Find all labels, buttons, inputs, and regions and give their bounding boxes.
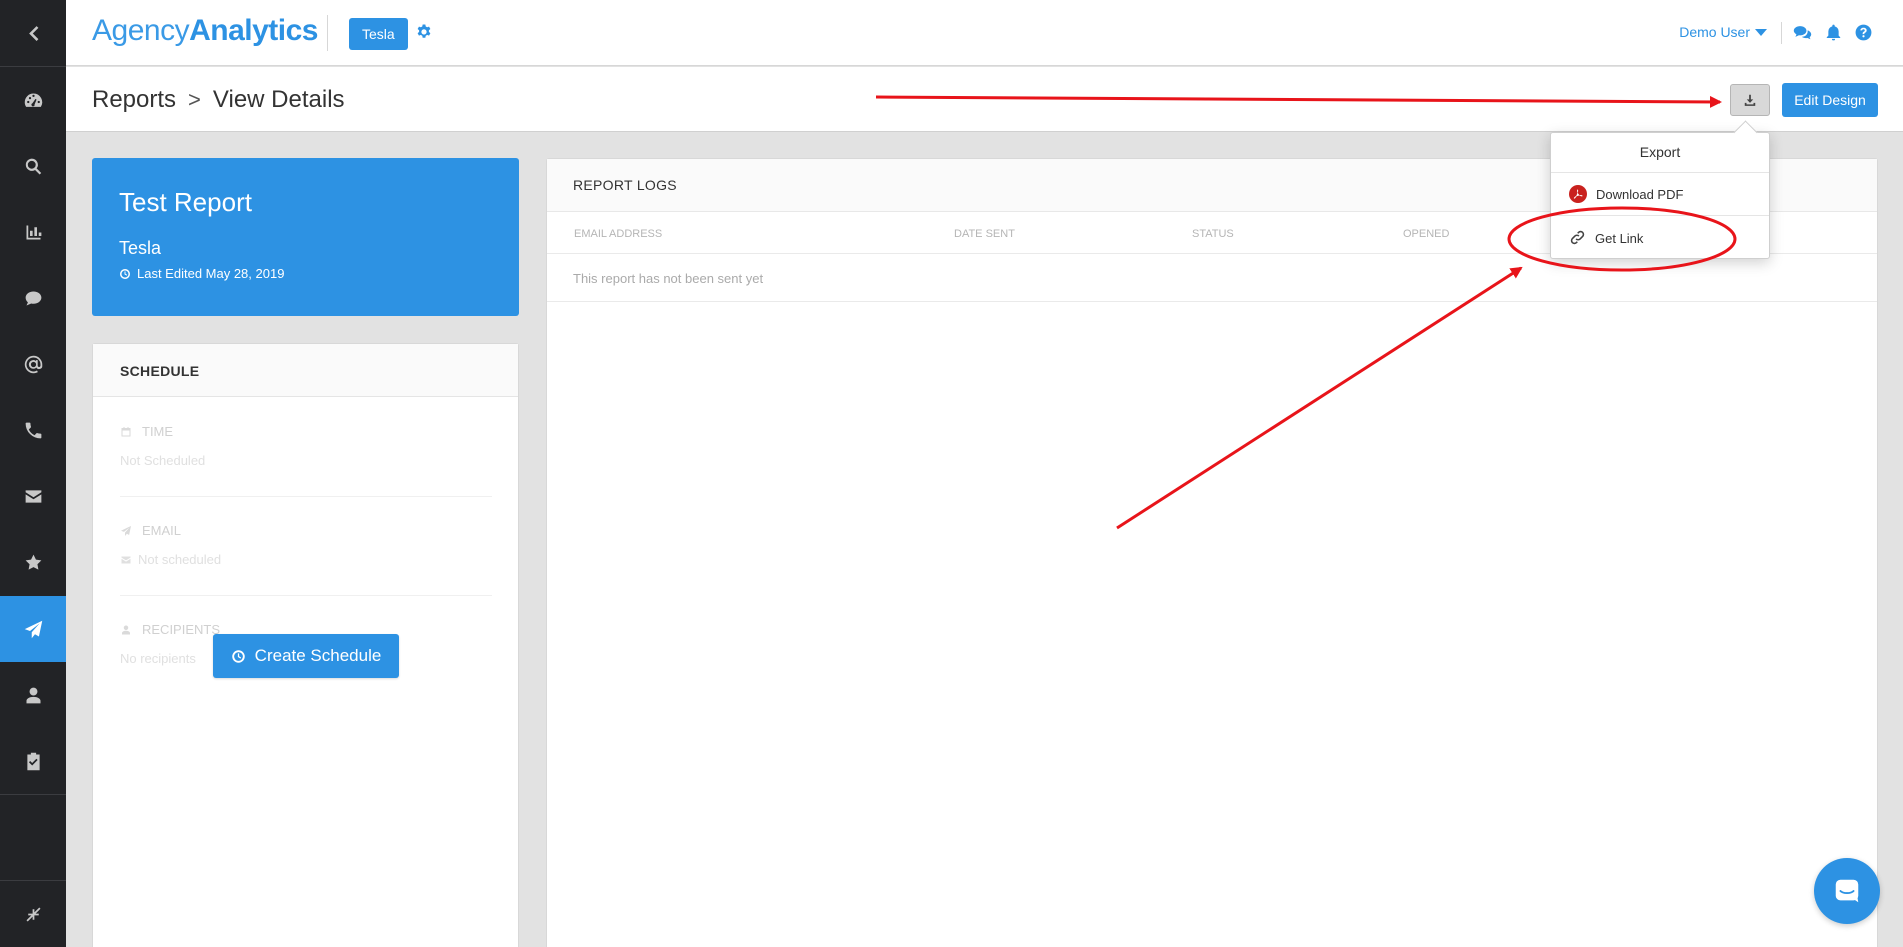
column-opened[interactable]: OPENED: [1403, 228, 1449, 240]
email-value-text: Not scheduled: [138, 552, 222, 567]
breadcrumb: Reports > View Details: [92, 86, 345, 114]
empty-logs-message: This report has not been sent yet: [573, 271, 764, 286]
email-value: Not scheduled: [120, 552, 492, 567]
time-label: TIME: [142, 424, 174, 439]
report-title: Test Report: [119, 187, 252, 217]
report-summary-card: Test Report Tesla Last Edited May 28, 20…: [92, 158, 519, 316]
schedule-heading: SCHEDULE: [93, 344, 518, 397]
last-edited: Last Edited May 28, 2019: [119, 266, 284, 281]
export-dropdown-title: Export: [1551, 133, 1769, 173]
clock-icon: [231, 649, 245, 663]
paper-plane-icon[interactable]: [0, 596, 66, 662]
star-icon[interactable]: [0, 529, 66, 595]
envelope-icon: [121, 556, 131, 563]
get-link-label: Get Link: [1595, 231, 1644, 246]
edit-design-button[interactable]: Edit Design: [1782, 83, 1878, 117]
last-edited-text: Last Edited May 28, 2019: [137, 266, 285, 281]
column-email-address[interactable]: EMAIL ADDRESS: [574, 228, 662, 240]
client-selector-button[interactable]: Tesla: [349, 18, 408, 50]
schedule-email-section: EMAIL Not scheduled: [120, 523, 492, 567]
time-value: Not Scheduled: [120, 453, 206, 468]
chevron-down-icon: [1755, 28, 1767, 36]
create-schedule-button[interactable]: Create Schedule: [213, 634, 399, 678]
top-header: AgencyAnalytics Tesla Demo User: [66, 0, 1903, 66]
back-icon[interactable]: [0, 0, 66, 66]
user-name: Demo User: [1679, 24, 1750, 40]
report-client: Tesla: [119, 238, 162, 258]
breadcrumb-separator: >: [188, 87, 201, 112]
user-icon[interactable]: [0, 662, 66, 728]
schedule-time-section: TIME Not Scheduled: [120, 424, 492, 468]
dashboard-icon[interactable]: [0, 67, 66, 133]
download-icon: [1744, 94, 1756, 106]
schedule-divider: [120, 496, 492, 497]
help-icon[interactable]: [1854, 23, 1873, 42]
at-sign-icon[interactable]: [0, 331, 66, 397]
header-divider: [1781, 22, 1782, 44]
user-icon: [122, 625, 130, 634]
schedule-divider: [120, 595, 492, 596]
link-icon: [1569, 229, 1586, 249]
chat-icon[interactable]: [1793, 23, 1812, 42]
export-button[interactable]: [1730, 84, 1770, 116]
agencyanalytics-logo[interactable]: AgencyAnalytics: [92, 14, 318, 48]
column-date-sent[interactable]: DATE SENT: [954, 228, 1015, 240]
pdf-icon: [1569, 185, 1587, 203]
envelope-icon[interactable]: [0, 463, 66, 529]
calendar-icon: [121, 426, 131, 436]
page-title: View Details: [212, 86, 345, 113]
download-pdf-option[interactable]: Download PDF: [1551, 173, 1769, 216]
comment-icon[interactable]: [0, 265, 66, 331]
header-divider: [327, 15, 328, 51]
search-icon[interactable]: [0, 133, 66, 199]
export-dropdown: Export Download PDF Get Link: [1550, 132, 1770, 259]
create-schedule-label: Create Schedule: [254, 646, 382, 665]
paper-plane-icon: [121, 525, 131, 536]
download-pdf-label: Download PDF: [1596, 186, 1684, 202]
subheader: Reports > View Details Edit Design: [66, 67, 1903, 132]
bar-chart-icon[interactable]: [0, 199, 66, 265]
chat-widget-icon: [1835, 879, 1859, 903]
user-menu[interactable]: Demo User: [1679, 24, 1767, 40]
bell-icon[interactable]: [1824, 23, 1843, 42]
sidebar: [0, 0, 66, 947]
recipients-label: RECIPIENTS: [142, 622, 221, 637]
get-link-option[interactable]: Get Link: [1551, 217, 1769, 260]
breadcrumb-reports-link[interactable]: Reports: [92, 86, 176, 114]
compress-icon[interactable]: [0, 881, 66, 947]
clock-icon: [120, 268, 130, 279]
report-logs-card: REPORT LOGS EMAIL ADDRESS DATE SENT STAT…: [546, 158, 1878, 947]
phone-icon[interactable]: [0, 397, 66, 463]
sidebar-divider: [0, 794, 66, 795]
logs-divider: [547, 301, 1877, 302]
gear-icon[interactable]: [415, 23, 433, 41]
email-label: EMAIL: [142, 523, 182, 538]
support-chat-button[interactable]: [1814, 858, 1880, 924]
column-status[interactable]: STATUS: [1192, 228, 1234, 240]
clipboard-check-icon[interactable]: [0, 728, 66, 794]
